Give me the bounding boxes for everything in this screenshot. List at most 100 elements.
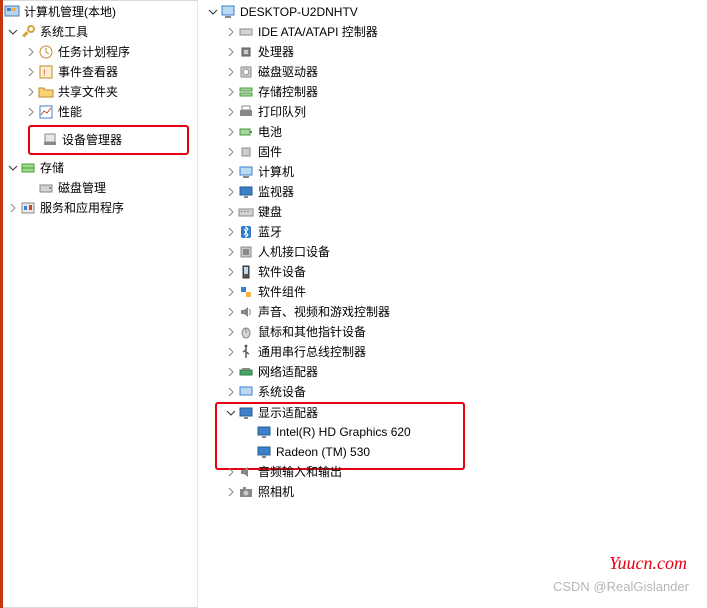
left-event-viewer[interactable]: ! 事件查看器 <box>0 62 197 82</box>
chevron-right-icon[interactable] <box>224 225 238 239</box>
cat-software-components[interactable]: 软件组件 <box>198 282 707 302</box>
component-icon <box>238 284 254 300</box>
chevron-right-icon[interactable] <box>24 65 38 79</box>
speaker-icon <box>238 304 254 320</box>
storage-ctrl-icon <box>238 84 254 100</box>
left-root[interactable]: 计算机管理(本地) <box>0 2 197 22</box>
services-icon <box>20 200 36 216</box>
chevron-right-icon[interactable] <box>24 105 38 119</box>
left-device-manager[interactable]: 设备管理器 <box>30 130 173 150</box>
left-panel: 计算机管理(本地) 系统工具 任务计划程序 ! 事件查看器 共享文件夹 <box>0 0 198 608</box>
cat-hid[interactable]: 人机接口设备 <box>198 242 707 262</box>
cat-processors[interactable]: 处理器 <box>198 42 707 62</box>
chevron-down-icon[interactable] <box>206 5 220 19</box>
usb-icon <box>238 344 254 360</box>
event-viewer-label: 事件查看器 <box>58 62 118 82</box>
cat-print-queues[interactable]: 打印队列 <box>198 102 707 122</box>
chevron-down-icon[interactable] <box>6 25 20 39</box>
storage-label: 存储 <box>40 158 64 178</box>
chevron-right-icon[interactable] <box>6 201 20 215</box>
chevron-right-icon[interactable] <box>224 125 238 139</box>
chevron-right-icon[interactable] <box>224 145 238 159</box>
cat-system-devices[interactable]: 系统设备 <box>198 382 707 402</box>
device-manager-icon <box>42 132 58 148</box>
services-label: 服务和应用程序 <box>40 198 124 218</box>
left-root-label: 计算机管理(本地) <box>24 2 116 22</box>
gpu-intel-label: Intel(R) HD Graphics 620 <box>276 422 411 442</box>
chevron-right-icon[interactable] <box>224 265 238 279</box>
chevron-right-icon[interactable] <box>24 45 38 59</box>
chevron-right-icon[interactable] <box>224 305 238 319</box>
chevron-right-icon[interactable] <box>224 245 238 259</box>
display-adapter-icon <box>256 444 272 460</box>
cat-keyboards[interactable]: 键盘 <box>198 202 707 222</box>
cat-ide-ata[interactable]: IDE ATA/ATAPI 控制器 <box>198 22 707 42</box>
hdd-icon <box>238 64 254 80</box>
bluetooth-label: 蓝牙 <box>258 222 282 242</box>
chevron-down-icon[interactable] <box>6 161 20 175</box>
batteries-label: 电池 <box>258 122 282 142</box>
chevron-right-icon[interactable] <box>224 485 238 499</box>
display-adapters-label: 显示适配器 <box>258 403 318 423</box>
device-tree-root[interactable]: DESKTOP-U2DNHTV <box>198 2 707 22</box>
chevron-right-icon[interactable] <box>224 465 238 479</box>
cat-cameras[interactable]: 照相机 <box>198 482 707 502</box>
software-devices-label: 软件设备 <box>258 262 306 282</box>
audio-label: 音频输入和输出 <box>258 462 342 482</box>
cat-storage-ctrl[interactable]: 存储控制器 <box>198 82 707 102</box>
cat-mice[interactable]: 鼠标和其他指针设备 <box>198 322 707 342</box>
chevron-right-icon[interactable] <box>224 105 238 119</box>
left-performance[interactable]: 性能 <box>0 102 197 122</box>
cat-computer[interactable]: 计算机 <box>198 162 707 182</box>
cat-bluetooth[interactable]: 蓝牙 <box>198 222 707 242</box>
chevron-right-icon[interactable] <box>224 285 238 299</box>
cat-batteries[interactable]: 电池 <box>198 122 707 142</box>
gpu-radeon[interactable]: Radeon (TM) 530 <box>215 442 707 462</box>
left-task-scheduler[interactable]: 任务计划程序 <box>0 42 197 62</box>
folder-shared-icon <box>38 84 54 100</box>
camera-icon <box>238 484 254 500</box>
device-manager-highlight: 设备管理器 <box>28 125 189 155</box>
chevron-right-icon[interactable] <box>224 25 238 39</box>
cat-software-devices[interactable]: 软件设备 <box>198 262 707 282</box>
clock-icon <box>38 44 54 60</box>
left-shared-folders[interactable]: 共享文件夹 <box>0 82 197 102</box>
chevron-right-icon[interactable] <box>224 365 238 379</box>
print-queues-label: 打印队列 <box>258 102 306 122</box>
left-edge-stripe <box>0 0 3 608</box>
left-disk-management[interactable]: 磁盘管理 <box>0 178 197 198</box>
cat-audio[interactable]: 音频输入和输出 <box>198 462 707 482</box>
cat-disk-drives[interactable]: 磁盘驱动器 <box>198 62 707 82</box>
chevron-right-icon[interactable] <box>224 85 238 99</box>
chevron-right-icon[interactable] <box>224 345 238 359</box>
cat-display-adapters[interactable]: 显示适配器 <box>215 402 707 422</box>
chevron-right-icon[interactable] <box>224 65 238 79</box>
chevron-right-icon[interactable] <box>24 85 38 99</box>
disk-drives-label: 磁盘驱动器 <box>258 62 318 82</box>
management-icon <box>4 4 20 20</box>
chevron-down-icon[interactable] <box>224 406 238 420</box>
left-storage[interactable]: 存储 <box>0 158 197 178</box>
disk-management-label: 磁盘管理 <box>58 178 106 198</box>
chevron-right-icon[interactable] <box>224 45 238 59</box>
hid-icon <box>238 244 254 260</box>
cat-network[interactable]: 网络适配器 <box>198 362 707 382</box>
gpu-intel[interactable]: Intel(R) HD Graphics 620 <box>215 422 707 442</box>
chevron-right-icon[interactable] <box>224 325 238 339</box>
mice-label: 鼠标和其他指针设备 <box>258 322 366 342</box>
hid-label: 人机接口设备 <box>258 242 330 262</box>
left-system-tools[interactable]: 系统工具 <box>0 22 197 42</box>
storage-ctrl-label: 存储控制器 <box>258 82 318 102</box>
svg-text:!: ! <box>43 68 46 78</box>
cat-sound-video[interactable]: 声音、视频和游戏控制器 <box>198 302 707 322</box>
cat-firmware[interactable]: 固件 <box>198 142 707 162</box>
chevron-right-icon[interactable] <box>224 185 238 199</box>
chevron-right-icon[interactable] <box>224 385 238 399</box>
chevron-right-icon[interactable] <box>224 165 238 179</box>
chevron-right-icon[interactable] <box>224 205 238 219</box>
keyboard-icon <box>238 204 254 220</box>
keyboards-label: 键盘 <box>258 202 282 222</box>
cat-usb[interactable]: 通用串行总线控制器 <box>198 342 707 362</box>
left-services-apps[interactable]: 服务和应用程序 <box>0 198 197 218</box>
cat-monitors[interactable]: 监视器 <box>198 182 707 202</box>
